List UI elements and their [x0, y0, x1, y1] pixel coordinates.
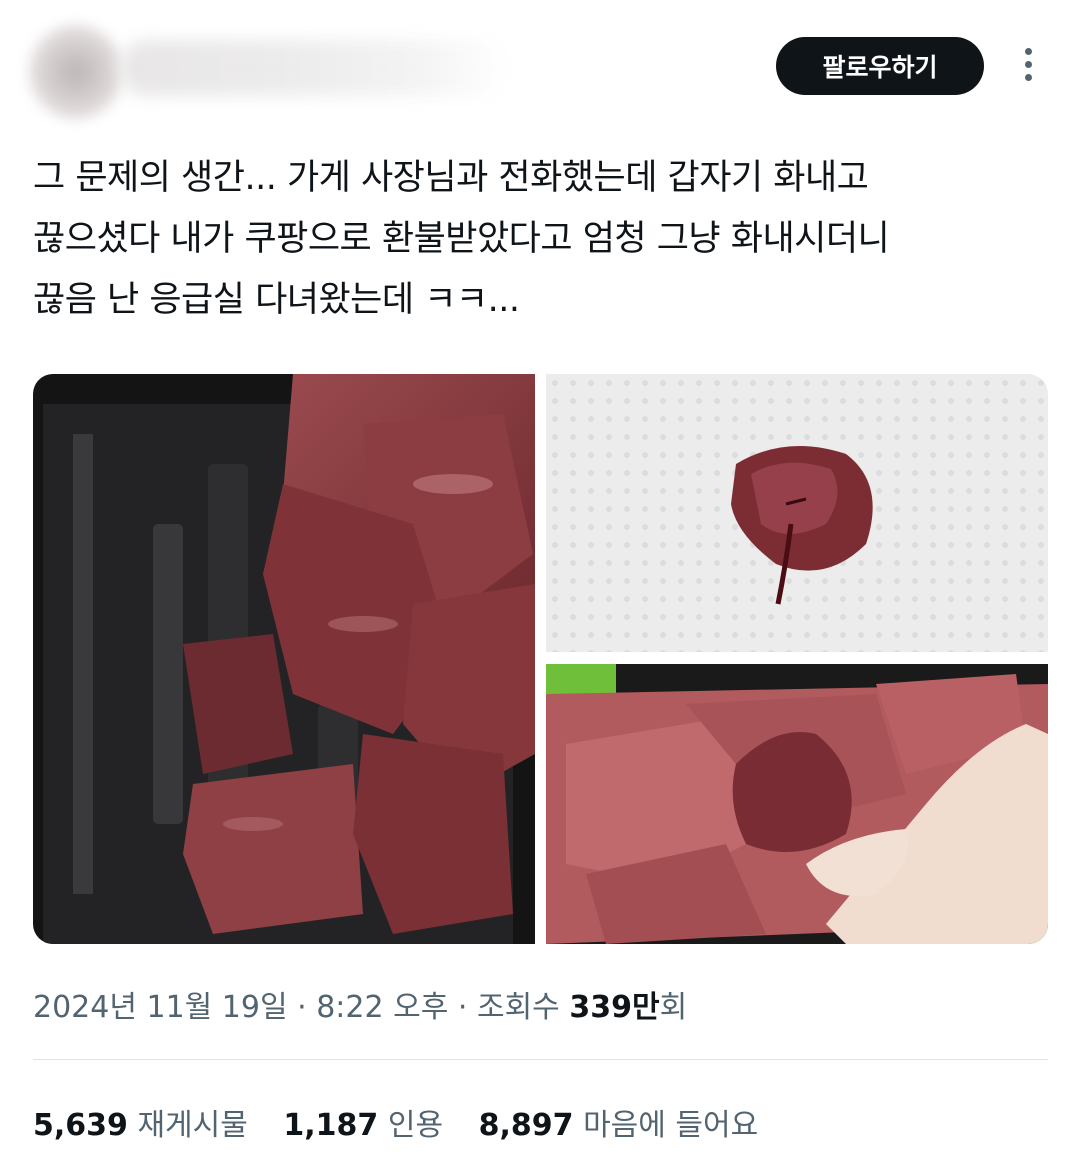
tweet-text-line: 그 문제의 생간... 가게 사장님과 전화했는데 갑자기 화내고: [33, 158, 869, 198]
tweet-time[interactable]: 8:22 오후: [316, 990, 448, 1025]
reposts-count: 5,639: [33, 1108, 128, 1143]
reposts-label: 재게시물: [137, 1108, 248, 1143]
tweet-header: 팔로우하기: [0, 0, 1080, 130]
views-count: 339만: [569, 990, 660, 1025]
avatar[interactable]: [28, 24, 124, 120]
quotes-label: 인용: [387, 1108, 444, 1143]
follow-button[interactable]: 팔로우하기: [776, 37, 984, 95]
photo-liver-on-towel[interactable]: [546, 374, 1048, 652]
photo-liver-tray[interactable]: [33, 374, 535, 944]
likes-stat[interactable]: 8,897 마음에 들어요: [479, 1108, 759, 1143]
views-suffix: 회: [659, 990, 688, 1025]
tweet-text-line: 끊으셨다 내가 쿠팡으로 환불받았다고 엄청 그냥 화내시더니: [33, 219, 890, 259]
likes-count: 8,897: [478, 1108, 574, 1143]
quotes-count: 1,187: [283, 1108, 379, 1143]
tweet-text: 그 문제의 생간... 가게 사장님과 전화했는데 갑자기 화내고 끊으셨다 내…: [33, 148, 1053, 331]
reposts-stat[interactable]: 5,639 재게시물: [33, 1108, 257, 1143]
meta-separator: ·: [457, 990, 468, 1025]
quotes-stat[interactable]: 1,187 인용: [283, 1108, 452, 1143]
divider: [33, 1059, 1048, 1060]
photo-liver-in-hand[interactable]: [546, 664, 1048, 944]
media-grid: [33, 374, 1048, 944]
more-dots-icon[interactable]: [1004, 40, 1052, 88]
likes-label: 마음에 들어요: [583, 1108, 759, 1143]
views-label: 조회수: [476, 990, 560, 1025]
meta-separator: ·: [297, 990, 307, 1025]
tweet-date[interactable]: 2024년 11월 19일: [33, 990, 288, 1025]
author-name[interactable]: [120, 40, 510, 96]
engagement-stats: 5,639 재게시물 1,187 인용 8,897 마음에 들어요: [33, 1100, 784, 1144]
tweet-meta: 2024년 11월 19일 · 8:22 오후 · 조회수 339만회: [33, 982, 687, 1026]
tweet-text-line: 끊음 난 응급실 다녀왔는데 ㅋㅋ...: [33, 280, 520, 320]
